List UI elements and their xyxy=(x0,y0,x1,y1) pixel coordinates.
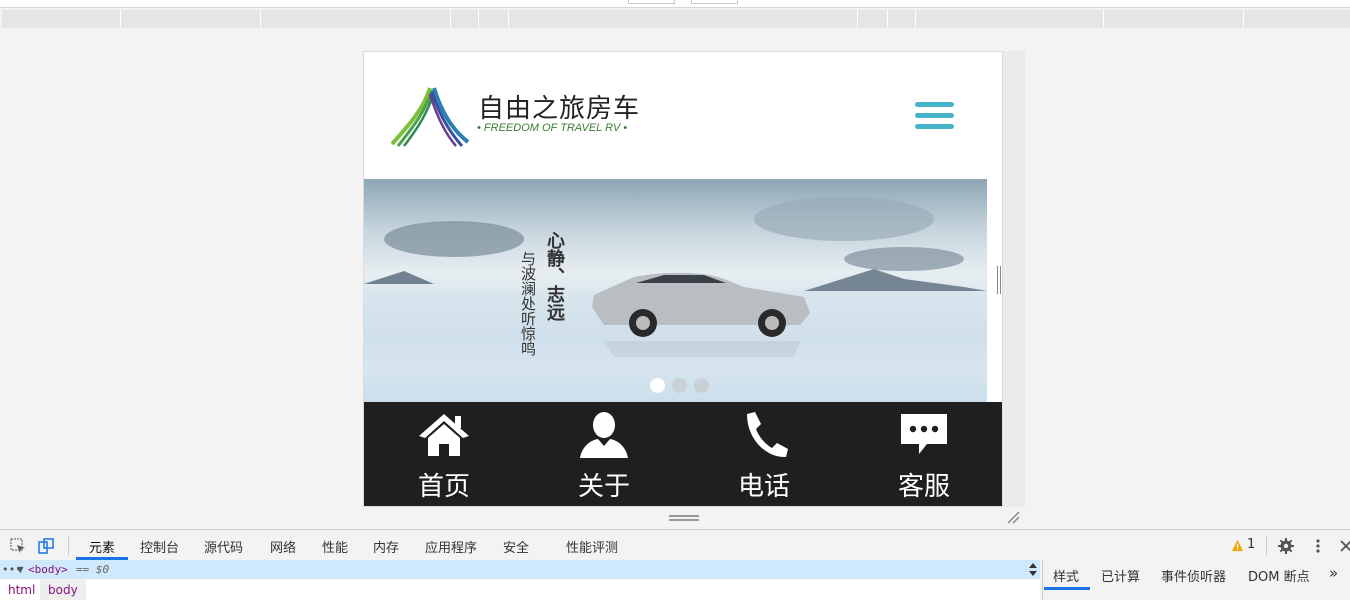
person-icon xyxy=(580,412,628,458)
styles-side-panel: 样式 已计算 事件侦听器 DOM 断点 » xyxy=(1042,560,1350,600)
tab-sources[interactable]: 源代码 xyxy=(204,537,243,556)
device-width-field[interactable] xyxy=(628,0,675,4)
nav-item-phone[interactable]: 电话 xyxy=(684,402,844,506)
carousel-dot[interactable] xyxy=(672,378,687,393)
banner-scenery-image xyxy=(364,197,987,402)
breadcrumb-html[interactable]: html xyxy=(8,580,35,600)
expand-triangle-icon[interactable]: ▼ xyxy=(17,560,24,579)
logo-subtitle: • FREEDOM OF TRAVEL RV • xyxy=(477,122,628,134)
media-query-ruler[interactable] xyxy=(2,10,1350,28)
settings-gear-icon[interactable] xyxy=(1278,538,1294,554)
selected-node-tag: <body> xyxy=(28,563,68,576)
dom-breadcrumb: html body xyxy=(0,580,1040,600)
logo-title: 自由之旅房车 xyxy=(478,94,641,124)
nav-label: 客服 xyxy=(897,472,950,502)
nav-label: 首页 xyxy=(417,472,470,502)
home-icon xyxy=(419,414,469,456)
viewport-scroll-handle[interactable] xyxy=(997,266,1001,294)
warning-icon[interactable] xyxy=(1231,539,1244,552)
scroll-arrows-icon[interactable] xyxy=(1028,562,1038,577)
resize-corner-icon[interactable] xyxy=(1006,510,1020,524)
selected-node-ref: == $0 xyxy=(76,563,110,576)
tab-network[interactable]: 网络 xyxy=(270,537,296,556)
styles-tab-indicator xyxy=(1044,587,1090,590)
warning-count[interactable]: 1 xyxy=(1247,537,1255,552)
browser-top-strip xyxy=(0,0,1350,8)
tab-security[interactable]: 安全 xyxy=(503,537,529,556)
devtools-toolbar: 元素 控制台 源代码 网络 性能 内存 应用程序 安全 性能评测 1 xyxy=(0,529,1350,560)
nav-label: 关于 xyxy=(577,472,630,502)
tab-console[interactable]: 控制台 xyxy=(140,537,179,556)
phone-icon xyxy=(747,412,788,458)
tab-application[interactable]: 应用程序 xyxy=(425,537,477,556)
more-tabs-chevron-icon[interactable]: » xyxy=(1329,564,1338,582)
tab-memory[interactable]: 内存 xyxy=(373,537,399,556)
carousel-dot[interactable] xyxy=(694,378,709,393)
nav-item-service[interactable]: 客服 xyxy=(844,402,1002,506)
tab-lighthouse[interactable]: 性能评测 xyxy=(566,537,618,556)
hero-banner[interactable]: 心静、志远 与波澜处听惊鸣 xyxy=(364,179,987,402)
nav-label: 电话 xyxy=(737,472,790,502)
banner-slogan-main: 心静、志远 xyxy=(544,231,565,321)
tab-dom-breakpoints[interactable]: DOM 断点 xyxy=(1248,566,1310,585)
nav-item-about[interactable]: 关于 xyxy=(524,402,684,506)
tab-computed[interactable]: 已计算 xyxy=(1101,566,1140,585)
viewport-height-resize-handle[interactable] xyxy=(669,515,699,521)
carousel-dot[interactable] xyxy=(650,378,665,393)
tab-performance[interactable]: 性能 xyxy=(322,537,348,556)
tab-styles[interactable]: 样式 xyxy=(1053,566,1079,585)
device-toolbar-icon[interactable] xyxy=(38,538,54,554)
nav-item-home[interactable]: 首页 xyxy=(364,402,524,506)
device-height-field[interactable] xyxy=(691,0,738,4)
site-header: 自由之旅房车 • FREEDOM OF TRAVEL RV • xyxy=(364,52,1002,179)
hamburger-menu-button[interactable] xyxy=(915,102,955,130)
dom-tree-selected-node[interactable]: ••• ▼ <body> == $0 xyxy=(0,560,1040,579)
logo-icon xyxy=(390,87,470,147)
tab-event-listeners[interactable]: 事件侦听器 xyxy=(1161,566,1226,585)
banner-slogan-sub: 与波澜处听惊鸣 xyxy=(519,251,537,356)
breadcrumb-body[interactable]: body xyxy=(40,580,86,600)
close-devtools-icon[interactable] xyxy=(1338,538,1350,554)
chat-icon xyxy=(901,414,947,454)
device-frame-shadow xyxy=(1003,51,1025,507)
bottom-nav: 首页 关于 电话 客服 xyxy=(364,402,1002,506)
carousel-dots xyxy=(650,378,716,397)
device-viewport: 自由之旅房车 • FREEDOM OF TRAVEL RV • 心静、志远 与波… xyxy=(363,51,1003,507)
tab-elements[interactable]: 元素 xyxy=(89,537,115,556)
inspect-element-icon[interactable] xyxy=(10,538,26,554)
more-options-icon[interactable] xyxy=(1310,538,1326,554)
